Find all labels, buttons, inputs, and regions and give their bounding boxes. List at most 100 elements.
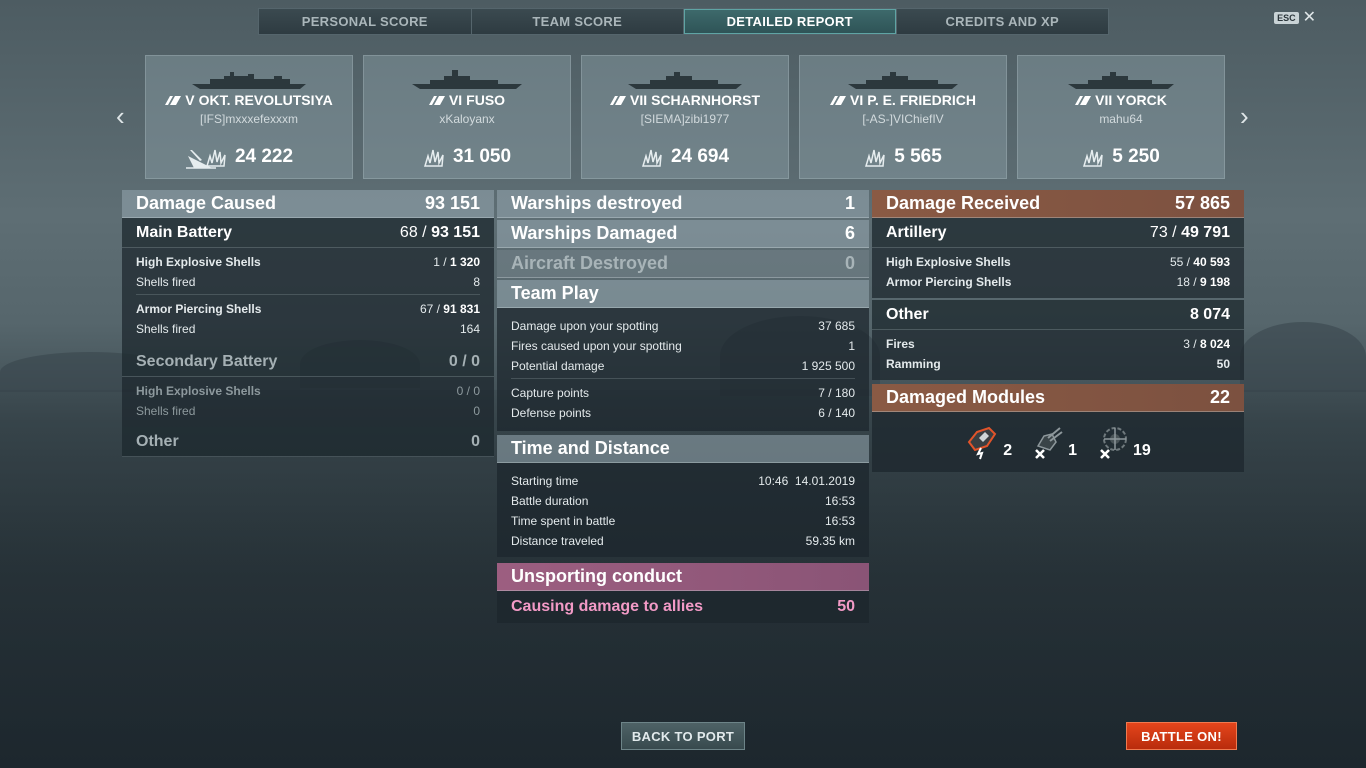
damage-value: 24 222: [234, 146, 294, 167]
received-he-value: 55 / 40 593: [1170, 255, 1230, 269]
ap-shells-value: 67 / 91 831: [420, 302, 480, 316]
he-shells-hits: 1 /: [433, 255, 447, 269]
ap-shells-label: Armor Piercing Shells: [136, 302, 262, 316]
damage-burst-icon: [205, 149, 226, 167]
damage-burst-icon: [423, 149, 444, 167]
team-play-row: Capture points 7 / 180: [511, 383, 855, 403]
main-battery-hits: 68 /: [399, 223, 427, 241]
ap-fired-label: Shells fired: [136, 322, 196, 336]
artillery-hits: 73 /: [1149, 223, 1177, 241]
fires-hits: 3 /: [1183, 337, 1197, 351]
close-button[interactable]: ESC ✕: [1274, 10, 1316, 26]
other-damage-row: Other 0: [122, 427, 494, 457]
sec-fired-value: 0: [473, 404, 480, 418]
received-ap-value: 18 / 9 198: [1177, 275, 1230, 289]
fires-row: Fires 3 / 8 024: [886, 334, 1230, 354]
ap-group: Armor Piercing Shells 67 / 91 831 Shells…: [136, 299, 480, 341]
fires-label: Fires: [886, 337, 915, 351]
ship-title: SCHARNHORST: [651, 92, 760, 108]
artillery-details: High Explosive Shells 55 / 40 593 Armor …: [872, 248, 1244, 298]
received-other-label: Other: [886, 305, 929, 323]
module-turret[interactable]: 1: [1030, 424, 1077, 460]
aa-destroyed-icon: [1100, 427, 1127, 459]
team-play-row: Potential damage 1 925 500: [511, 356, 855, 376]
player-cards: V OKT. REVOLUTSIYA [IFS]mxxxefexxxm 24 2…: [145, 55, 1225, 179]
tab-personal-score[interactable]: PERSONAL SCORE: [259, 9, 472, 34]
damage-caused-label: Damage Caused: [136, 193, 277, 213]
ship-title: P. E. FRIEDRICH: [867, 92, 976, 108]
received-ap-hits: 18 /: [1176, 275, 1197, 289]
he-shells-row: High Explosive Shells 1 / 1 320: [136, 252, 480, 272]
damage-value: 5 250: [1112, 146, 1160, 167]
sec-he-value: 0 / 0: [456, 384, 480, 398]
ap-fired-row: Shells fired 164: [136, 319, 480, 339]
stat-label: Capture points: [511, 386, 590, 400]
battleship-silhouette-icon: [192, 72, 306, 89]
damage-received-header: Damage Received 57 865: [872, 190, 1244, 218]
tab-detailed-report[interactable]: DETAILED REPORT: [684, 9, 897, 34]
ship-title: YORCK: [1116, 92, 1167, 108]
player-name: [IFS]mxxxefexxxm: [199, 112, 298, 126]
damage-received-value: 57 865: [1174, 193, 1230, 213]
ap-fired-value: 164: [459, 322, 480, 336]
module-anti-aircraft[interactable]: 19: [1095, 424, 1151, 460]
stat-label: Distance traveled: [511, 534, 604, 548]
damage-burst-icon: [1083, 149, 1103, 167]
secondary-details: High Explosive Shells 0 / 0 Shells fired…: [122, 377, 494, 427]
battle-on-button[interactable]: BATTLE ON!: [1126, 722, 1237, 750]
damage-caused-panel: Damage Caused 93 151 Main Battery 68 / 9…: [122, 190, 494, 457]
cards-next-arrow-icon[interactable]: ›: [1240, 103, 1249, 129]
player-card[interactable]: V OKT. REVOLUTSIYA [IFS]mxxxefexxxm 24 2…: [145, 55, 353, 179]
unsporting-header: Unsporting conduct: [497, 563, 869, 591]
card-damage: 5 250: [1018, 146, 1224, 168]
time-distance-title: Time and Distance: [511, 438, 670, 458]
ally-damage-value: 50: [837, 598, 855, 615]
ally-damage-label: Causing damage to allies: [511, 598, 704, 615]
main-battery-value: 68 / 93 151: [400, 224, 480, 242]
time-row: Starting time 10:46 14.01.2019: [511, 471, 855, 491]
module-engine[interactable]: 2: [965, 424, 1012, 460]
secondary-battery-value: 0 / 0: [448, 352, 480, 370]
player-card[interactable]: VII SCHARNHORST [SIEMA]zibi1977 24 694: [581, 55, 789, 179]
module-count: 19: [1133, 442, 1151, 459]
stat-label: Defense points: [511, 406, 592, 420]
stat-label: Battle duration: [511, 494, 589, 508]
team-play-row: Fires caused upon your spotting 1: [511, 336, 855, 356]
player-card[interactable]: VI P. E. FRIEDRICH [-AS-]VIChiefIV 5 565: [799, 55, 1007, 179]
damage-burst-icon: [641, 149, 662, 167]
tab-team-score[interactable]: TEAM SCORE: [471, 9, 684, 34]
team-play-row: Defense points 6 / 140: [511, 403, 855, 423]
stat-value: 16:53: [824, 494, 855, 508]
ship-tier: VII: [629, 92, 648, 108]
ship-title: OKT. REVOLUTSIYA: [198, 92, 333, 108]
ship-title: FUSO: [466, 92, 506, 108]
stat-value: 6 / 140: [818, 406, 855, 420]
stat-label: Starting time: [511, 474, 579, 488]
team-play-details: Damage upon your spotting 37 685 Fires ca…: [497, 308, 869, 431]
cards-prev-arrow-icon[interactable]: ‹: [116, 103, 125, 129]
main-battery-details: High Explosive Shells 1 / 1 320 Shells f…: [122, 248, 494, 347]
stat-value: 7 / 180: [818, 386, 855, 400]
artillery-row: Artillery 73 / 49 791: [872, 218, 1244, 248]
stat-value: 10:46 14.01.2019: [758, 474, 855, 488]
stat-value: 37 685: [818, 319, 855, 333]
ship-tier: VII: [1095, 92, 1113, 108]
ramming-label: Ramming: [886, 357, 941, 371]
player-card[interactable]: VII YORCK mahu64 5 250: [1017, 55, 1225, 179]
tab-credits-and-xp[interactable]: CREDITS AND XP: [896, 9, 1108, 34]
back-to-port-button[interactable]: BACK TO PORT: [621, 722, 745, 750]
close-icon[interactable]: ✕: [1303, 10, 1316, 26]
stat-label: Damage upon your spotting: [511, 319, 659, 333]
player-card[interactable]: VI FUSO xKaloyanx 31 050: [363, 55, 571, 179]
ramming-row: Ramming 50: [886, 354, 1230, 374]
secondary-battery-row: Secondary Battery 0 / 0: [122, 347, 494, 377]
module-count: 1: [1068, 442, 1077, 459]
card-damage: 24 694: [582, 146, 788, 168]
warships-destroyed-value: 1: [844, 193, 855, 213]
spotting-group: Damage upon your spotting 37 685 Fires ca…: [511, 316, 855, 379]
damaged-modules-label: Damaged Modules: [886, 387, 1046, 407]
received-other-details: Fires 3 / 8 024 Ramming 50: [872, 330, 1244, 380]
main-battery-row: Main Battery 68 / 93 151: [122, 218, 494, 248]
stat-value: 16:53: [824, 514, 855, 528]
time-row: Battle duration 16:53: [511, 491, 855, 511]
